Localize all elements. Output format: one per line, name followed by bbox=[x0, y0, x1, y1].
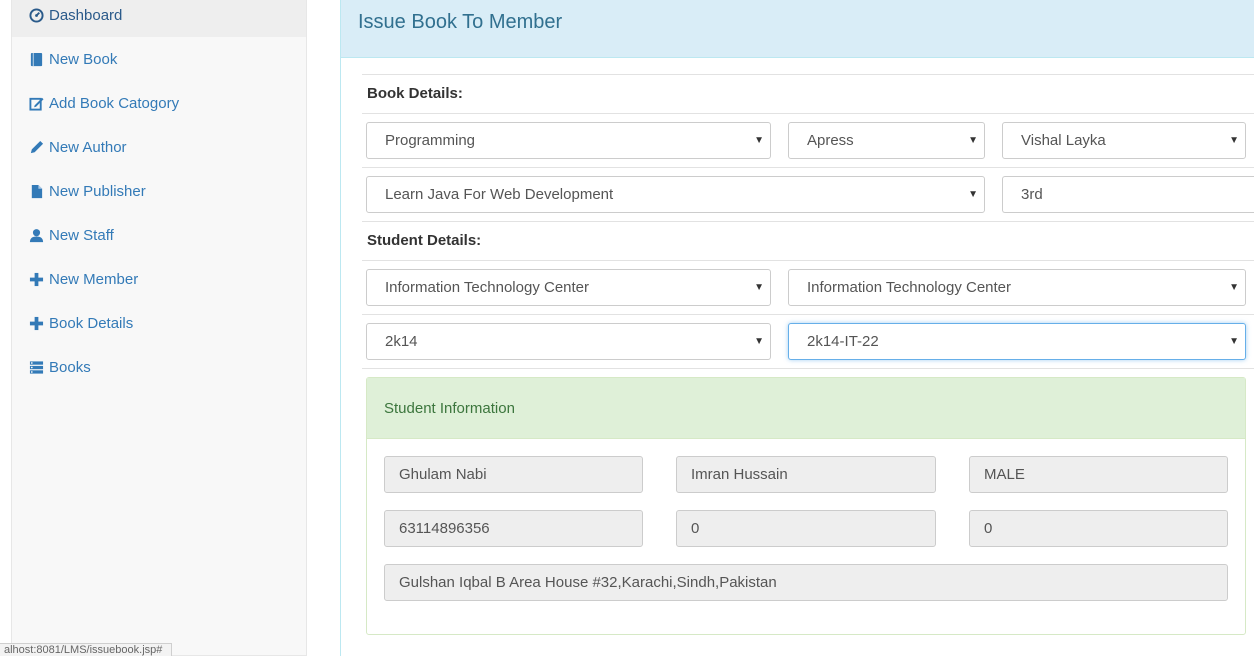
pencil-icon bbox=[28, 139, 44, 155]
book-category-select[interactable]: Programming ▼ bbox=[366, 122, 771, 159]
dropdown-arrow-icon: ▼ bbox=[1229, 135, 1239, 146]
page-title: Issue Book To Member bbox=[341, 0, 1254, 58]
student-details-label: Student Details: bbox=[367, 232, 482, 249]
edit-icon bbox=[28, 95, 44, 111]
dropdown-arrow-icon: ▼ bbox=[968, 189, 978, 200]
divider bbox=[362, 314, 1254, 315]
sidebar-item-new-book[interactable]: New Book bbox=[12, 37, 306, 81]
dashboard-icon bbox=[28, 7, 44, 23]
info-field-6: 0 bbox=[969, 510, 1228, 547]
sidebar-item-label: New Member bbox=[49, 270, 139, 288]
sidebar-item-new-publisher[interactable]: New Publisher bbox=[12, 169, 306, 213]
sidebar-item-add-book-category[interactable]: Add Book Catogory bbox=[12, 81, 306, 125]
sidebar-item-new-member[interactable]: New Member bbox=[12, 257, 306, 301]
divider bbox=[362, 368, 1254, 369]
dropdown-arrow-icon: ▼ bbox=[1229, 282, 1239, 293]
sidebar-item-new-staff[interactable]: New Staff bbox=[12, 213, 306, 257]
sidebar-item-dashboard[interactable]: Dashboard bbox=[12, 0, 306, 37]
sidebar-item-label: New Book bbox=[49, 50, 118, 68]
divider bbox=[362, 113, 1254, 114]
sidebar-item-label: New Staff bbox=[49, 226, 114, 244]
edition-select[interactable]: 3rd bbox=[1002, 176, 1254, 213]
sidebar-item-book-details[interactable]: Book Details bbox=[12, 301, 306, 345]
plus-icon bbox=[28, 315, 44, 331]
cnic-field: 63114896356 bbox=[384, 510, 643, 547]
status-bar-url: alhost:8081/LMS/issuebook.jsp# bbox=[0, 643, 172, 656]
list-icon bbox=[28, 359, 44, 375]
book-icon bbox=[28, 51, 44, 67]
gender-field: MALE bbox=[969, 456, 1228, 493]
dropdown-arrow-icon: ▼ bbox=[754, 135, 764, 146]
book-details-label: Book Details: bbox=[367, 85, 463, 102]
divider bbox=[362, 167, 1254, 168]
sidebar: Dashboard New Book Add Book Catogory New… bbox=[11, 0, 307, 656]
dropdown-arrow-icon: ▼ bbox=[754, 282, 764, 293]
sidebar-item-label: Book Details bbox=[49, 314, 134, 332]
plus-icon bbox=[28, 271, 44, 287]
roll-number-select[interactable]: 2k14-IT-22 ▼ bbox=[788, 323, 1246, 360]
sidebar-item-label: New Author bbox=[49, 138, 127, 156]
divider bbox=[362, 221, 1254, 222]
sidebar-item-label: New Publisher bbox=[49, 182, 146, 200]
sidebar-item-label: Dashboard bbox=[49, 6, 123, 24]
batch-select[interactable]: 2k14 ▼ bbox=[366, 323, 771, 360]
institute-select[interactable]: Information Technology Center ▼ bbox=[366, 269, 771, 306]
dropdown-arrow-icon: ▼ bbox=[754, 336, 764, 347]
book-title-select[interactable]: Learn Java For Web Development ▼ bbox=[366, 176, 985, 213]
user-icon bbox=[28, 227, 44, 243]
student-name-field: Ghulam Nabi bbox=[384, 456, 643, 493]
sidebar-item-label: Add Book Catogory bbox=[49, 94, 180, 112]
dropdown-arrow-icon: ▼ bbox=[1229, 336, 1239, 347]
divider bbox=[362, 74, 1254, 75]
divider bbox=[362, 260, 1254, 261]
department-select[interactable]: Information Technology Center ▼ bbox=[788, 269, 1246, 306]
sidebar-item-books[interactable]: Books bbox=[12, 345, 306, 389]
publisher-select[interactable]: Apress ▼ bbox=[788, 122, 985, 159]
father-name-field: Imran Hussain bbox=[676, 456, 936, 493]
dropdown-arrow-icon: ▼ bbox=[968, 135, 978, 146]
sidebar-item-label: Books bbox=[49, 358, 91, 376]
file-icon bbox=[28, 183, 44, 199]
info-field-5: 0 bbox=[676, 510, 936, 547]
author-select[interactable]: Vishal Layka ▼ bbox=[1002, 122, 1246, 159]
sidebar-item-new-author[interactable]: New Author bbox=[12, 125, 306, 169]
student-information-heading: Student Information bbox=[367, 378, 1245, 439]
address-field: Gulshan Iqbal B Area House #32,Karachi,S… bbox=[384, 564, 1228, 601]
